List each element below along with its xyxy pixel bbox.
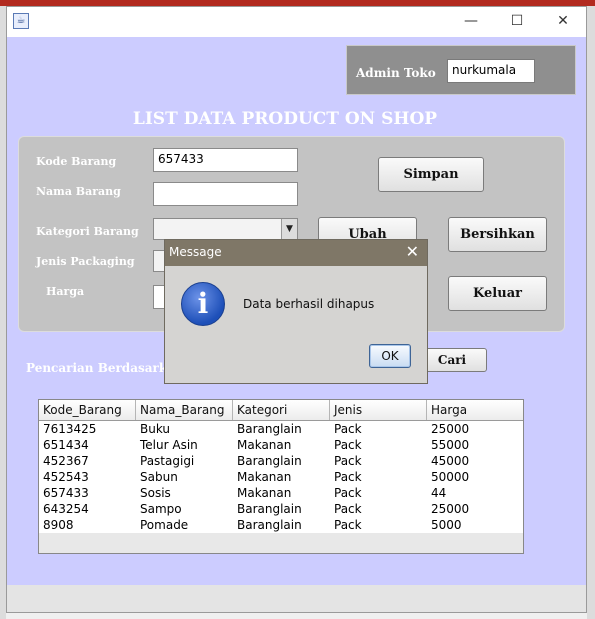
cell-kategori: Baranglain [237, 518, 302, 532]
column-header-jenis[interactable]: Jenis [330, 400, 427, 420]
cell-jenis: Pack [334, 438, 362, 452]
table-row[interactable]: 643254 Sampo Baranglain Pack 25000 [39, 501, 523, 517]
cell-nama: Telur Asin [140, 438, 198, 452]
table-row[interactable]: 651434 Telur Asin Makanan Pack 55000 [39, 437, 523, 453]
cell-harga: 25000 [431, 422, 470, 436]
cell-nama: Pastagigi [140, 454, 195, 468]
cell-jenis: Pack [334, 454, 362, 468]
dialog-title: Message [169, 245, 222, 259]
cell-jenis: Pack [334, 502, 362, 516]
cell-kategori: Makanan [237, 438, 292, 452]
info-icon: i [181, 282, 225, 326]
table-header: Kode_Barang Nama_Barang Kategori Jenis H… [39, 400, 523, 421]
java-app-icon: ☕ [13, 13, 29, 29]
cell-kategori: Baranglain [237, 502, 302, 516]
message-dialog: Message ✕ i Data berhasil dihapus OK [164, 239, 428, 384]
table-row[interactable]: 8908 Pomade Baranglain Pack 5000 [39, 517, 523, 533]
kode-barang-input[interactable]: 657433 [153, 148, 298, 172]
page-title: LIST DATA PRODUCT ON SHOP [132, 109, 438, 129]
cell-nama: Buku [140, 422, 171, 436]
cell-nama: Sabun [140, 470, 178, 484]
column-header-harga[interactable]: Harga [427, 400, 523, 420]
bersihkan-button[interactable]: Bersihkan [448, 217, 547, 252]
close-window-button[interactable]: ✕ [540, 7, 586, 37]
cell-kode: 452543 [43, 470, 89, 484]
cell-kode: 651434 [43, 438, 89, 452]
table-row[interactable]: 7613425 Buku Baranglain Pack 25000 [39, 421, 523, 437]
close-icon[interactable]: ✕ [406, 242, 419, 261]
cell-jenis: Pack [334, 470, 362, 484]
cell-harga: 25000 [431, 502, 470, 516]
chevron-down-icon[interactable]: ▼ [281, 219, 297, 239]
table-body: 7613425 Buku Baranglain Pack 25000 651434 Telu… [39, 421, 523, 533]
cell-jenis: Pack [334, 486, 362, 500]
cell-harga: 50000 [431, 470, 470, 484]
cell-kategori: Makanan [237, 470, 292, 484]
harga-label: Harga [46, 285, 85, 298]
title-bar[interactable]: ☕ — ☐ ✕ [7, 7, 586, 37]
search-label: Pencarian Berdasarkan [26, 361, 184, 375]
cell-kode: 643254 [43, 502, 89, 516]
dialog-title-bar[interactable]: Message ✕ [165, 240, 427, 266]
admin-panel: Admin Toko nurkumala [346, 45, 576, 95]
cell-nama: Sampo [140, 502, 182, 516]
cell-jenis: Pack [334, 422, 362, 436]
simpan-button[interactable]: Simpan [378, 157, 484, 192]
nama-barang-label: Nama Barang [36, 185, 121, 198]
cell-harga: 5000 [431, 518, 462, 532]
admin-name-field[interactable]: nurkumala [447, 59, 535, 83]
minimize-button[interactable]: — [448, 7, 494, 37]
cell-harga: 55000 [431, 438, 470, 452]
table-row[interactable]: 452543 Sabun Makanan Pack 50000 [39, 469, 523, 485]
maximize-button[interactable]: ☐ [494, 7, 540, 37]
dialog-message: Data berhasil dihapus [243, 297, 375, 311]
cell-kategori: Makanan [237, 486, 292, 500]
column-header-nama[interactable]: Nama_Barang [136, 400, 233, 420]
ok-button[interactable]: OK [369, 344, 411, 368]
keluar-button[interactable]: Keluar [448, 276, 547, 311]
cell-kode: 8908 [43, 518, 74, 532]
table-row[interactable]: 657433 Sosis Makanan Pack 44 [39, 485, 523, 501]
kategori-barang-label: Kategori Barang [36, 225, 139, 238]
cell-kategori: Baranglain [237, 422, 302, 436]
cell-jenis: Pack [334, 518, 362, 532]
cell-kode: 657433 [43, 486, 89, 500]
cell-kategori: Baranglain [237, 454, 302, 468]
background-window-right [587, 6, 595, 619]
nama-barang-input[interactable] [153, 182, 298, 206]
table-row[interactable]: 452367 Pastagigi Baranglain Pack 45000 [39, 453, 523, 469]
product-table: Kode_Barang Nama_Barang Kategori Jenis H… [38, 399, 524, 554]
cell-nama: Pomade [140, 518, 189, 532]
cell-nama: Sosis [140, 486, 171, 500]
cell-harga: 44 [431, 486, 447, 500]
admin-label: Admin Toko [356, 66, 436, 80]
jenis-packaging-label: Jenis Packaging [36, 255, 135, 268]
cell-kode: 452367 [43, 454, 89, 468]
window-footer [7, 585, 586, 612]
cell-kode: 7613425 [43, 422, 97, 436]
kode-barang-label: Kode Barang [36, 155, 117, 168]
kategori-barang-select[interactable]: ▼ [153, 218, 298, 240]
column-header-kode[interactable]: Kode_Barang [39, 400, 136, 420]
column-header-kategori[interactable]: Kategori [233, 400, 330, 420]
cell-harga: 45000 [431, 454, 470, 468]
